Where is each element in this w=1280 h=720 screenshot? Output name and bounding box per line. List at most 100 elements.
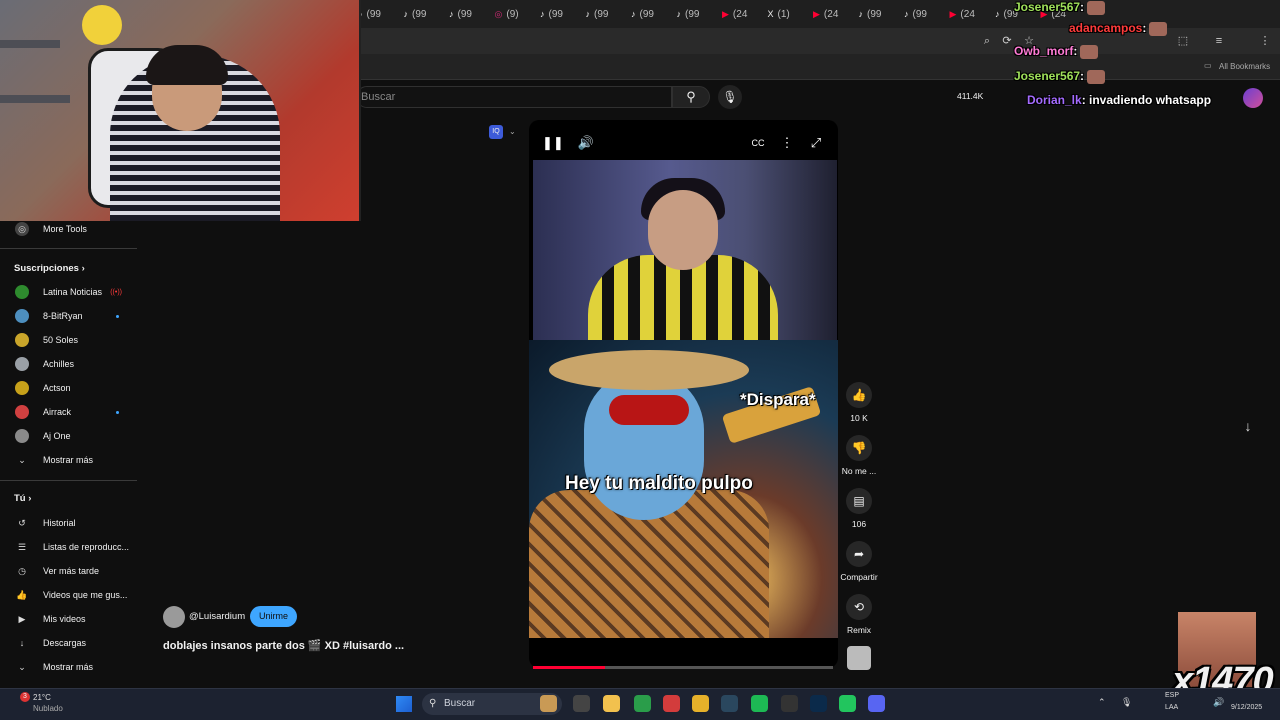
more-icon[interactable]: ⋮ (1258, 34, 1272, 48)
clock-date[interactable]: 9/12/2025 (1231, 704, 1262, 711)
sidebar-item-label: Listas de reproducc... (43, 542, 130, 552)
browser-tab[interactable]: X (1) (768, 5, 790, 23)
more-options-icon[interactable]: ⋮ (777, 133, 797, 153)
action-share[interactable]: ➦ Compartir (840, 541, 878, 582)
captions-icon[interactable]: CC (748, 133, 768, 153)
chevron-down-icon[interactable]: ⌄ (509, 127, 516, 136)
sidebar-item-subscription[interactable]: 50 Soles (0, 328, 137, 352)
avatar[interactable] (1243, 88, 1263, 108)
browser-tab[interactable]: ♪(99 (449, 5, 472, 23)
all-bookmarks[interactable]: All Bookmarks (1219, 62, 1270, 71)
sidebar-item-you[interactable]: ↺ Historial (0, 511, 137, 535)
you-heading[interactable]: Tú › (14, 493, 31, 504)
browser-tab[interactable]: ♪(99 (540, 5, 563, 23)
chevron-up-icon[interactable]: ⌃ (1098, 697, 1106, 708)
browser-tab[interactable]: ♪(99 (586, 5, 609, 23)
channel-avatar (15, 381, 29, 395)
sidebar-item-subscription[interactable]: Achilles (0, 352, 137, 376)
menu-icon[interactable]: ≡ (1212, 34, 1226, 48)
video-progress-bar[interactable] (533, 666, 833, 669)
channel-avatar (15, 405, 29, 419)
sidebar-item-subscription[interactable]: Aj One (0, 424, 137, 448)
terminal-icon[interactable] (573, 695, 590, 712)
steam-icon[interactable] (721, 695, 738, 712)
show-more-subscriptions[interactable]: ⌄ Mostrar más (0, 448, 137, 472)
action-label: 106 (851, 519, 867, 529)
browser-tab[interactable]: ◎ (9) (495, 5, 519, 23)
show-more-you[interactable]: ⌄ Mostrar más (0, 655, 137, 679)
browser-tab[interactable]: ♪(99 (904, 5, 927, 23)
app-dark-icon[interactable] (781, 695, 798, 712)
browser-tab[interactable]: ▶ (24 (722, 5, 747, 23)
discord-icon[interactable] (868, 695, 885, 712)
chat-message: Josener567: (1014, 69, 1106, 84)
action-thumbs-up[interactable]: 👍 10 K (840, 382, 878, 423)
quality-icon[interactable]: IQ (489, 125, 503, 139)
browser-tab[interactable]: ♪(99 (677, 5, 700, 23)
browser-tab[interactable]: ▶ (24 (813, 5, 838, 23)
sidebar-item-subscription[interactable]: 8-BitRyan (0, 304, 137, 328)
channel-avatar[interactable] (163, 606, 185, 628)
volume-icon[interactable]: 🔊 (1213, 697, 1224, 708)
tab-label: (99 (457, 8, 472, 20)
sidebar-item-subscription[interactable]: Latina Noticias ((•)) (0, 280, 137, 304)
browser-tab[interactable]: ▶ (24 (950, 5, 975, 23)
tab-label: (24 (823, 8, 839, 20)
windows-start-icon[interactable] (396, 696, 412, 712)
sidebar-item-more-tools[interactable]: ◎ More Tools (0, 217, 137, 241)
subscription-label: 50 Soles (43, 335, 79, 345)
channel-name[interactable]: @Luisardium (189, 611, 245, 622)
mic-icon[interactable]: 🎙 (1121, 697, 1132, 708)
sidebar-item-you[interactable]: ☰ Listas de reproducc... (0, 535, 137, 559)
action-thumbs-down[interactable]: 👎 No me ... (840, 435, 878, 476)
weather-temp[interactable]: 21°C (33, 693, 51, 702)
emote-icon (1149, 21, 1168, 36)
browser-tab[interactable]: ♪(99 (404, 5, 427, 23)
language-indicator[interactable]: ESP (1165, 692, 1179, 699)
chat-text: : (1080, 69, 1085, 83)
reload-icon[interactable]: ⟳ (1000, 34, 1014, 48)
action-remix[interactable]: ⟲ Remix (840, 594, 878, 635)
action-comment[interactable]: ▤ 106 (840, 488, 878, 529)
browser-tab[interactable]: ♪(99 (631, 5, 654, 23)
chevron-down-icon: ⌄ (18, 662, 26, 672)
zoom-icon[interactable]: ⌕ (980, 34, 994, 48)
search-input[interactable]: Buscar (356, 86, 672, 108)
join-button[interactable]: Unirme (250, 606, 297, 627)
search-button[interactable]: ⚲ (672, 86, 710, 108)
voice-search-button[interactable]: 🎙 (718, 85, 742, 109)
subscriptions-heading[interactable]: Suscripciones › (14, 263, 85, 274)
sidebar-item-subscription[interactable]: Airrack (0, 400, 137, 424)
next-video-button[interactable]: ↓ (1237, 415, 1259, 437)
action-label: 10 K (850, 413, 868, 423)
sidebar-item-you[interactable]: ◷ Ver más tarde (0, 559, 137, 583)
sidebar-item-you[interactable]: ↓ Descargas (0, 631, 137, 655)
views-count: 411.4K (957, 91, 984, 101)
sound-thumbnail[interactable] (847, 646, 871, 670)
spotify-icon[interactable] (751, 695, 768, 712)
video-title[interactable]: doblajes insanos parte dos 🎬 XD #luisard… (163, 639, 404, 652)
penguin-icon[interactable] (540, 695, 557, 712)
action-label: Remix (846, 625, 872, 635)
sidebar-item-you[interactable]: ▶ Mis videos (0, 607, 137, 631)
chrome-icon[interactable] (692, 695, 709, 712)
pikachu-figure (82, 5, 122, 45)
sidebar-item-subscription[interactable]: Actson (0, 376, 137, 400)
browser-tab[interactable]: ♪(99 (859, 5, 882, 23)
app-lime-icon[interactable] (839, 695, 856, 712)
fullscreen-icon[interactable]: ⤢ (806, 133, 826, 153)
chat-username: Josener567 (1014, 0, 1081, 14)
sidebar-item-label: Mis videos (43, 614, 86, 624)
sidebar-item-you[interactable]: 👍 Videos que me gus... (0, 583, 137, 607)
tab-label: (99 (594, 8, 609, 20)
app-red-icon[interactable] (663, 695, 680, 712)
photoshop-icon[interactable] (810, 695, 827, 712)
app-green-icon[interactable] (634, 695, 651, 712)
browser-tab[interactable]: ♪(99 (358, 5, 381, 23)
extensions-icon[interactable]: ⬚ (1176, 34, 1190, 48)
tiktok-icon: ♪ (540, 9, 545, 19)
volume-icon[interactable]: 🔊 (576, 133, 596, 153)
pause-icon[interactable]: ❚❚ (542, 133, 564, 153)
file-explorer-icon[interactable] (603, 695, 620, 712)
streamer-webcam (0, 0, 361, 221)
